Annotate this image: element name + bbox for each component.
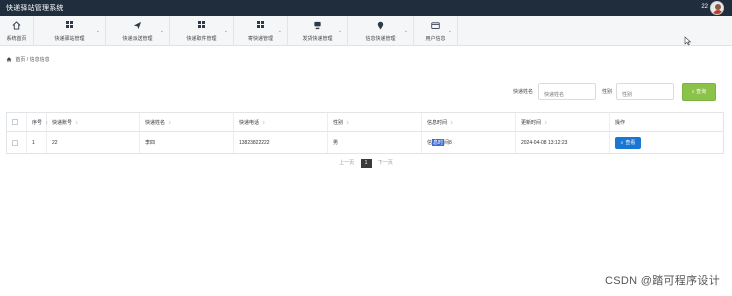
nav-label: 发货快递管理: [302, 36, 333, 42]
chevron-down-icon: ⌄: [277, 28, 282, 34]
chevron-down-icon: ⌄: [223, 28, 228, 34]
nav-item-send[interactable]: 寄快递管理 ⌄: [234, 16, 288, 46]
grid-icon: [198, 21, 205, 28]
header-updated[interactable]: 更新时间 ⇕: [516, 113, 610, 131]
sort-icon: ⇕: [346, 119, 350, 125]
sort-icon: ⇕: [544, 119, 548, 125]
nav-item-shipping[interactable]: 发货快递管理 ⌄: [288, 16, 348, 46]
avatar[interactable]: [710, 1, 724, 15]
cell-name: 李四: [140, 132, 234, 153]
chevron-down-icon: ⌄: [403, 28, 408, 34]
cell-gender: 男: [328, 132, 422, 153]
sort-icon: ⇕: [450, 119, 454, 125]
search-button-label: 查询: [696, 89, 707, 95]
main-nav: 系统首页 快递驿站管理 ⌄ 快递派送管理 ⌄ 快递取件管理 ⌄ 寄快递管理 ⌄ …: [0, 16, 732, 46]
view-button[interactable]: ⌕ 查看: [615, 136, 641, 149]
cell-info-time: 信息时 间8: [422, 132, 516, 153]
server-icon: [314, 21, 321, 30]
current-page[interactable]: 1: [360, 159, 372, 168]
chevron-down-icon: ⌄: [337, 28, 342, 34]
breadcrumb: 首页 / 信息信息: [6, 56, 50, 63]
paper-plane-icon: [133, 21, 142, 30]
select-all-cell: [7, 113, 27, 131]
prev-page-link[interactable]: 上一页: [339, 160, 354, 166]
chevron-down-icon: ⌄: [159, 28, 164, 34]
table-row[interactable]: 1 22 李四 13823822222 男 信息时 间8 2024-04-08 1…: [7, 132, 723, 153]
home-icon: [12, 21, 21, 30]
app-title: 快递驿站管理系统: [6, 5, 64, 12]
mouse-cursor-icon: [684, 36, 692, 46]
cell-account: 22: [47, 132, 140, 153]
grid-icon: [66, 21, 73, 28]
map-pin-icon: [377, 21, 384, 30]
watermark: CSDN @踏可程序设计: [605, 275, 720, 287]
data-table: 序号 ⇕ 快递账号 ⇕ 快递姓名 ⇕ 快递电话 ⇕ 性别 ⇕ 信息时间 ⇕ 更新时间 ⇕ 操作…: [6, 112, 724, 154]
view-button-label: 查看: [625, 140, 636, 146]
select-all-checkbox[interactable]: [12, 119, 18, 125]
cell-index: 1: [27, 132, 47, 153]
user-name[interactable]: 22: [701, 4, 708, 10]
header-name[interactable]: 快递姓名 ⇕: [140, 113, 234, 131]
name-input[interactable]: [538, 83, 596, 100]
selected-text: 息时: [432, 139, 445, 146]
gender-label: 性别: [602, 89, 613, 95]
breadcrumb-home[interactable]: 首页: [15, 57, 25, 63]
nav-item-delivery[interactable]: 快递派送管理 ⌄: [106, 16, 170, 46]
nav-label: 快递派送管理: [122, 36, 153, 42]
header-action: 操作: [615, 119, 626, 126]
nav-item-home[interactable]: 系统首页: [0, 16, 34, 46]
header-phone[interactable]: 快递电话 ⇕: [234, 113, 328, 131]
nav-label: 系统首页: [6, 36, 27, 42]
sort-icon: ⇕: [262, 119, 266, 125]
home-icon: [6, 57, 12, 62]
top-bar: 快递驿站管理系统 22: [0, 0, 732, 16]
nav-label: 信息快递管理: [365, 36, 396, 42]
cell-action: ⌕ 查看: [610, 132, 723, 153]
table-header: 序号 ⇕ 快递账号 ⇕ 快递姓名 ⇕ 快递电话 ⇕ 性别 ⇕ 信息时间 ⇕ 更新时间 ⇕ 操作: [7, 113, 723, 132]
nav-item-info[interactable]: 信息快递管理 ⌄: [348, 16, 414, 46]
header-index[interactable]: 序号 ⇕: [27, 113, 48, 131]
nav-item-user[interactable]: 用户信息 ⌄: [414, 16, 458, 46]
header-gender[interactable]: 性别 ⇕: [328, 113, 422, 131]
grid-icon: [257, 21, 264, 28]
id-card-icon: [431, 22, 440, 29]
next-page-link[interactable]: 下一页: [378, 160, 393, 166]
sort-icon: ⇕: [75, 119, 79, 125]
nav-label: 寄快递管理: [247, 36, 273, 42]
row-select-cell: [7, 132, 27, 153]
chevron-down-icon: ⌄: [447, 28, 452, 34]
name-label: 快递姓名: [513, 89, 534, 95]
breadcrumb-separator: /: [26, 57, 29, 63]
search-icon: ⌕: [620, 139, 624, 146]
nav-label: 快递驿站管理: [54, 36, 85, 42]
cell-phone: 13823822222: [234, 132, 328, 153]
nav-item-pickup[interactable]: 快递取件管理 ⌄: [170, 16, 234, 46]
header-info-time[interactable]: 信息时间 ⇕: [422, 113, 516, 131]
row-checkbox[interactable]: [12, 139, 18, 146]
nav-label: 快递取件管理: [186, 36, 217, 42]
nav-label: 用户信息: [425, 36, 446, 42]
nav-item-station[interactable]: 快递驿站管理 ⌄: [34, 16, 106, 46]
chevron-down-icon: ⌄: [95, 28, 100, 34]
sort-icon: ⇕: [168, 119, 172, 125]
search-icon: ⌕: [691, 89, 695, 95]
gender-input[interactable]: [616, 83, 674, 100]
breadcrumb-current: 信息信息: [29, 57, 50, 63]
search-button[interactable]: ⌕ 查询: [682, 83, 716, 101]
cell-updated: 2024-04-08 13:12:23: [516, 132, 610, 153]
header-account[interactable]: 快递账号 ⇕: [47, 113, 140, 131]
pagination: 上一页 1 下一页: [0, 159, 732, 168]
